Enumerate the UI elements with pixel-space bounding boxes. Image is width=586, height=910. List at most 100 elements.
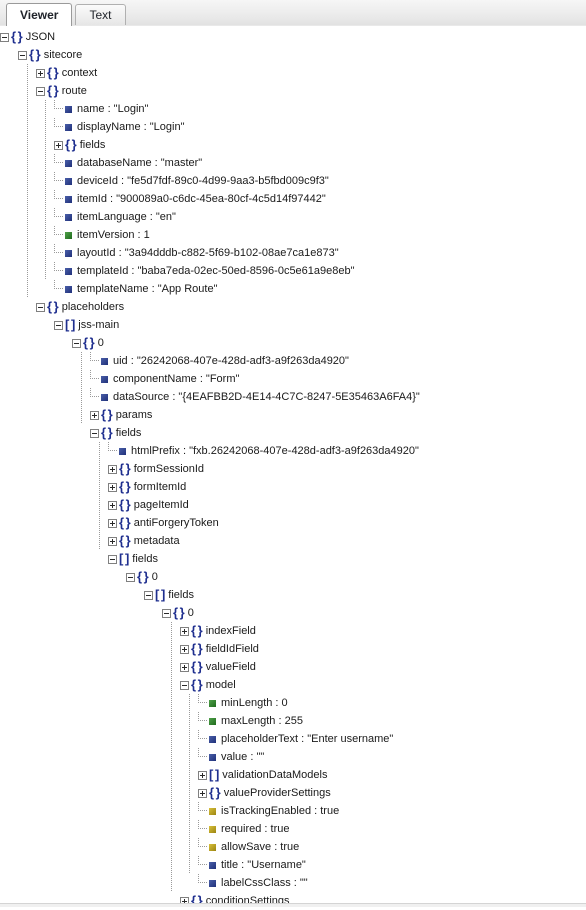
tree-node-label: fields — [115, 427, 142, 439]
expand-icon[interactable] — [180, 626, 189, 636]
expand-icon[interactable] — [54, 140, 63, 150]
expand-icon[interactable] — [90, 410, 99, 420]
tree-node-row[interactable]: [ ] jss-main — [0, 316, 586, 334]
collapse-icon[interactable] — [36, 86, 45, 96]
tree-node-label: isTrackingEnabled : true — [221, 805, 340, 817]
tree-node-row[interactable]: [ ] fields — [0, 586, 586, 604]
tree-node-row[interactable]: { } valueProviderSettings — [0, 784, 586, 802]
tree-node-row[interactable]: { } pageItemId — [0, 496, 586, 514]
collapse-icon[interactable] — [90, 428, 99, 438]
tree-connector — [198, 856, 207, 874]
tree-node-row[interactable]: { } antiForgeryToken — [0, 514, 586, 532]
expand-icon[interactable] — [180, 644, 189, 654]
tree-indent — [0, 694, 198, 712]
tree-leaf-row[interactable]: required : true — [0, 820, 586, 838]
tree-node-label: htmlPrefix : "fxb.26242068-407e-428d-adf… — [131, 445, 419, 457]
tree-node-row[interactable]: { } formSessionId — [0, 460, 586, 478]
expand-icon[interactable] — [108, 482, 117, 492]
tree-node-row[interactable]: { } formItemId — [0, 478, 586, 496]
collapse-icon[interactable] — [162, 608, 171, 618]
tree-node-label: fields — [79, 139, 106, 151]
collapse-icon[interactable] — [36, 302, 45, 312]
tree-node-row[interactable]: [ ] fields — [0, 550, 586, 568]
tree-leaf-row[interactable]: htmlPrefix : "fxb.26242068-407e-428d-adf… — [0, 442, 586, 460]
object-node-icon: { } — [191, 677, 203, 692]
collapse-icon[interactable] — [18, 50, 27, 60]
collapse-icon[interactable] — [0, 32, 9, 42]
tree-leaf-row[interactable]: minLength : 0 — [0, 694, 586, 712]
tab-viewer[interactable]: Viewer — [6, 3, 73, 26]
tree-node-row[interactable]: { } valueField — [0, 658, 586, 676]
tree-node-label: pageItemId — [133, 499, 189, 511]
tree-node-row[interactable]: [ ] validationDataModels — [0, 766, 586, 784]
tree-leaf-row[interactable]: name : "Login" — [0, 100, 586, 118]
tree-connector — [198, 694, 207, 712]
tree-leaf-row[interactable]: itemLanguage : "en" — [0, 208, 586, 226]
tree-node-row[interactable]: { } indexField — [0, 622, 586, 640]
tree-leaf-row[interactable]: displayName : "Login" — [0, 118, 586, 136]
tree-leaf-row[interactable]: placeholderText : "Enter username" — [0, 730, 586, 748]
tree-indent — [0, 874, 198, 892]
tree-leaf-row[interactable]: templateId : "baba7eda-02ec-50ed-8596-0c… — [0, 262, 586, 280]
tree-node-row[interactable]: { } fieldIdField — [0, 640, 586, 658]
tree-node-row[interactable]: { } 0 — [0, 568, 586, 586]
collapse-icon[interactable] — [108, 554, 117, 564]
tree-leaf-row[interactable]: maxLength : 255 — [0, 712, 586, 730]
tree-leaf-row[interactable]: value : "" — [0, 748, 586, 766]
tree-node-row[interactable]: { } placeholders — [0, 298, 586, 316]
tree-node-row[interactable]: { } fields — [0, 424, 586, 442]
tree-indent — [0, 136, 54, 154]
tree-indent — [0, 352, 90, 370]
tree-leaf-row[interactable]: uid : "26242068-407e-428d-adf3-a9f263da4… — [0, 352, 586, 370]
tree-indent — [0, 658, 180, 676]
tree-node-row[interactable]: { } sitecore — [0, 46, 586, 64]
tree-node-row[interactable]: { } params — [0, 406, 586, 424]
tree-leaf-row[interactable]: layoutId : "3a94dddb-c882-5f69-b102-08ae… — [0, 244, 586, 262]
expand-icon[interactable] — [180, 662, 189, 672]
object-node-icon: { } — [47, 65, 59, 80]
tree-indent — [0, 712, 198, 730]
tab-text[interactable]: Text — [75, 4, 126, 25]
tree-leaf-row[interactable]: isTrackingEnabled : true — [0, 802, 586, 820]
collapse-icon[interactable] — [144, 590, 153, 600]
string-value-icon — [101, 393, 108, 401]
expand-icon[interactable] — [198, 770, 207, 780]
array-node-icon: [ ] — [119, 551, 129, 566]
tree-node-row[interactable]: { } fields — [0, 136, 586, 154]
expand-icon[interactable] — [36, 68, 45, 78]
expand-icon[interactable] — [108, 464, 117, 474]
tree-node-row[interactable]: { } route — [0, 82, 586, 100]
tree-node-row[interactable]: { } context — [0, 64, 586, 82]
tree-leaf-row[interactable]: deviceId : "fe5d7fdf-89c0-4d99-9aa3-b5fb… — [0, 172, 586, 190]
tree-leaf-row[interactable]: itemId : "900089a0-c6dc-45ea-80cf-4c5d14… — [0, 190, 586, 208]
tree-connector — [90, 352, 99, 370]
collapse-icon[interactable] — [126, 572, 135, 582]
expand-icon[interactable] — [108, 536, 117, 546]
tree-leaf-row[interactable]: title : "Username" — [0, 856, 586, 874]
tree-leaf-row[interactable]: labelCssClass : "" — [0, 874, 586, 892]
tree-node-row[interactable]: { } 0 — [0, 334, 586, 352]
collapse-icon[interactable] — [180, 680, 189, 690]
tree-leaf-row[interactable]: itemVersion : 1 — [0, 226, 586, 244]
tree-leaf-row[interactable]: allowSave : true — [0, 838, 586, 856]
tree-node-row[interactable]: { } JSON — [0, 28, 586, 46]
collapse-icon[interactable] — [72, 338, 81, 348]
expand-icon[interactable] — [198, 788, 207, 798]
tree-indent — [0, 856, 198, 874]
tree-node-row[interactable]: { } metadata — [0, 532, 586, 550]
expand-icon[interactable] — [108, 500, 117, 510]
tree-node-row[interactable]: { } model — [0, 676, 586, 694]
tree-node-row[interactable]: { } 0 — [0, 604, 586, 622]
tree-node-label: fields — [168, 589, 194, 601]
horizontal-scrollbar[interactable] — [0, 903, 586, 907]
tree-leaf-row[interactable]: dataSource : "{4EAFBB2D-4E14-4C7C-8247-5… — [0, 388, 586, 406]
tree-leaf-row[interactable]: componentName : "Form" — [0, 370, 586, 388]
tree-leaf-row[interactable]: templateName : "App Route" — [0, 280, 586, 298]
expand-icon[interactable] — [108, 518, 117, 528]
collapse-icon[interactable] — [54, 320, 63, 330]
string-value-icon — [65, 177, 72, 185]
json-viewer-panel[interactable]: { } JSON{ } sitecore{ } context{ } route name… — [0, 26, 586, 907]
tree-leaf-row[interactable]: databaseName : "master" — [0, 154, 586, 172]
